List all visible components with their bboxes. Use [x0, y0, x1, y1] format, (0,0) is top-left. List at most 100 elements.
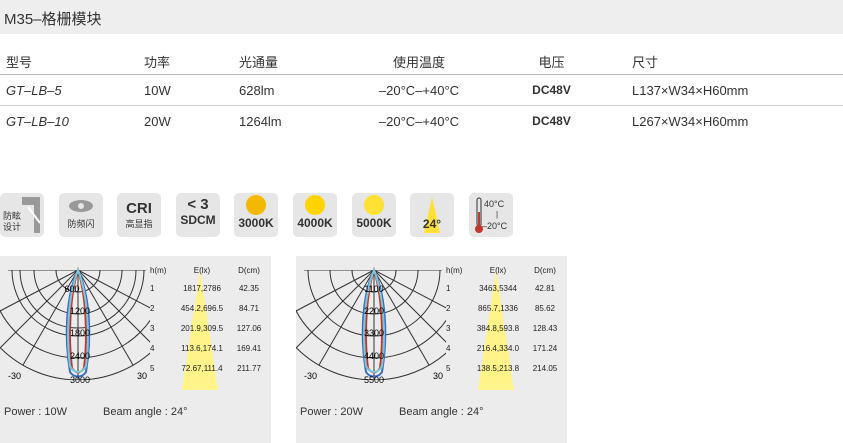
page-title: M35–格栅模块 — [4, 11, 102, 28]
title-bar: M35–格栅模块 — [0, 0, 843, 34]
cell-illuminance: 384.8,593.8 — [476, 324, 520, 333]
cell-illuminance: 865.7,1336 — [477, 304, 519, 313]
cell-height: 3 — [446, 324, 451, 333]
anti-glare-design-icon: 防眩 设计 — [0, 193, 44, 237]
polar-label: 1800 — [70, 328, 90, 338]
cell-illuminance: 3463,5344 — [479, 284, 517, 293]
illuminance-table: h(m) E(lx) D(cm) 1 3463,5344 42.81 2 865.7,… — [446, 266, 566, 384]
cell-height: 5 — [446, 364, 451, 373]
cell-diameter: 42.35 — [238, 284, 260, 293]
polar-label: 2200 — [364, 306, 384, 316]
spec-table: 型号 功率 光通量 使用温度 电压 尺寸 GT–LB–5 10W 628lm –… — [0, 48, 843, 136]
angle-label-left: -30 — [8, 371, 21, 381]
header-voltage: 电压 — [538, 54, 565, 70]
beam-angle-label: Beam angle : 24° — [399, 406, 484, 418]
polar-label: 2400 — [70, 351, 90, 361]
sdcm-label: SDCM — [180, 213, 216, 227]
cell-illuminance: 201.9,309.5 — [180, 324, 224, 333]
table-row: 1 3463,5344 42.81 — [446, 284, 566, 304]
header-illuminance: E(lx) — [193, 266, 211, 275]
polar-label: 3000 — [70, 375, 90, 385]
polar-label: 1100 — [364, 284, 383, 294]
photometric-panel-20w: 1100 2200 3300 4400 5500 -30 30 h(m) E(l… — [296, 256, 567, 443]
cell-size: L267×W34×H60mm — [632, 113, 749, 129]
table-row: 1 1817,2786 42.35 — [150, 284, 270, 304]
polar-label: 1200 — [70, 306, 90, 316]
cell-diameter: 171.24 — [532, 344, 558, 353]
beam-angle-label: Beam angle : 24° — [103, 406, 188, 418]
table-row: 4 113.6,174.1 169.41 — [150, 344, 270, 364]
header-lumen: 光通量 — [239, 54, 279, 70]
beam-angle-label: 24° — [422, 217, 442, 231]
polar-label: 600 — [64, 284, 79, 294]
angle-label-right: 30 — [433, 371, 443, 381]
header-power: 功率 — [144, 54, 171, 70]
cell-height: 2 — [150, 304, 155, 313]
cell-height: 4 — [150, 344, 155, 353]
cell-height: 4 — [446, 344, 451, 353]
cell-diameter: 127.06 — [236, 324, 262, 333]
cell-height: 3 — [150, 324, 155, 333]
cell-height: 1 — [446, 284, 451, 293]
cell-power: 20W — [144, 113, 171, 129]
cell-height: 5 — [150, 364, 155, 373]
angle-label-left: -30 — [304, 371, 317, 381]
cell-temperature: –20°C–+40°C — [378, 113, 460, 129]
cell-illuminance: 138.5,213.8 — [476, 364, 520, 373]
illuminance-table-header: h(m) E(lx) D(cm) — [150, 266, 270, 284]
beam-angle-icon: 24° — [410, 193, 454, 237]
table-row: 3 201.9,309.5 127.06 — [150, 324, 270, 344]
cell-temperature: –20°C–+40°C — [378, 82, 460, 98]
table-row: GT–LB–10 20W 1264lm –20°C–+40°C DC48V L2… — [0, 106, 843, 137]
cct-3000k-icon: 3000K — [234, 193, 278, 237]
cell-diameter: 211.77 — [237, 364, 261, 373]
cell-model: GT–LB–5 — [6, 82, 62, 98]
cct-5000k-swatch — [364, 195, 384, 215]
cell-voltage: DC48V — [532, 114, 571, 128]
table-row: 5 138.5,213.8 214.05 — [446, 364, 566, 384]
cell-voltage: DC48V — [532, 83, 571, 97]
cell-lumen: 1264lm — [239, 113, 282, 129]
header-height: h(m) — [446, 266, 463, 275]
polar-label: 3300 — [364, 328, 384, 338]
table-row: 2 865.7,1336 85.62 — [446, 304, 566, 324]
polar-distribution-chart: 1100 2200 3300 4400 5500 -30 30 — [296, 256, 446, 396]
cell-power: 10W — [144, 82, 171, 98]
illuminance-table-header: h(m) E(lx) D(cm) — [446, 266, 566, 284]
cell-diameter: 84.71 — [238, 304, 260, 313]
table-row: 3 384.8,593.8 128.43 — [446, 324, 566, 344]
table-row: 4 216.4,334.0 171.24 — [446, 344, 566, 364]
power-label: Power : 10W — [4, 406, 67, 418]
polar-label: 5500 — [364, 375, 384, 385]
cct-3000k-swatch — [246, 195, 266, 215]
header-height: h(m) — [150, 266, 167, 275]
cell-illuminance: 216.4,334.0 — [476, 344, 520, 353]
table-row: GT–LB–5 10W 628lm –20°C–+40°C DC48V L137… — [0, 75, 843, 106]
cell-illuminance: 454.2,696.5 — [180, 304, 224, 313]
header-model: 型号 — [6, 54, 33, 70]
header-size: 尺寸 — [632, 54, 659, 70]
cell-illuminance: 1817,2786 — [183, 284, 221, 293]
cell-lumen: 628lm — [239, 82, 275, 98]
cell-diameter: 42.81 — [534, 284, 556, 293]
angle-label-right: 30 — [137, 371, 147, 381]
anti-glare-label: 防眩 设计 — [3, 211, 22, 232]
cct-4000k-label: 4000K — [297, 216, 333, 230]
flicker-free-icon: 防频闪 — [59, 193, 103, 237]
cri-icon: CRI 高显指 — [117, 193, 161, 237]
cell-height: 2 — [446, 304, 451, 313]
cell-illuminance: 72.67,111.4 — [181, 364, 223, 373]
header-temperature: 使用温度 — [392, 54, 445, 70]
polar-label: 4400 — [364, 351, 384, 361]
cell-diameter: 128.43 — [532, 324, 558, 333]
cell-height: 1 — [150, 284, 155, 293]
header-diameter: D(cm) — [238, 266, 260, 275]
sdcm-value: < 3 — [187, 196, 209, 213]
illuminance-table: h(m) E(lx) D(cm) 1 1817,2786 42.35 2 454.2,… — [150, 266, 270, 384]
temperature-separator: | — [496, 210, 499, 219]
cell-diameter: 85.62 — [534, 304, 556, 313]
table-row: 2 454.2,696.5 84.71 — [150, 304, 270, 324]
temperature-min: –20°C — [482, 221, 508, 231]
cell-diameter: 169.41 — [236, 344, 262, 353]
header-diameter: D(cm) — [534, 266, 556, 275]
